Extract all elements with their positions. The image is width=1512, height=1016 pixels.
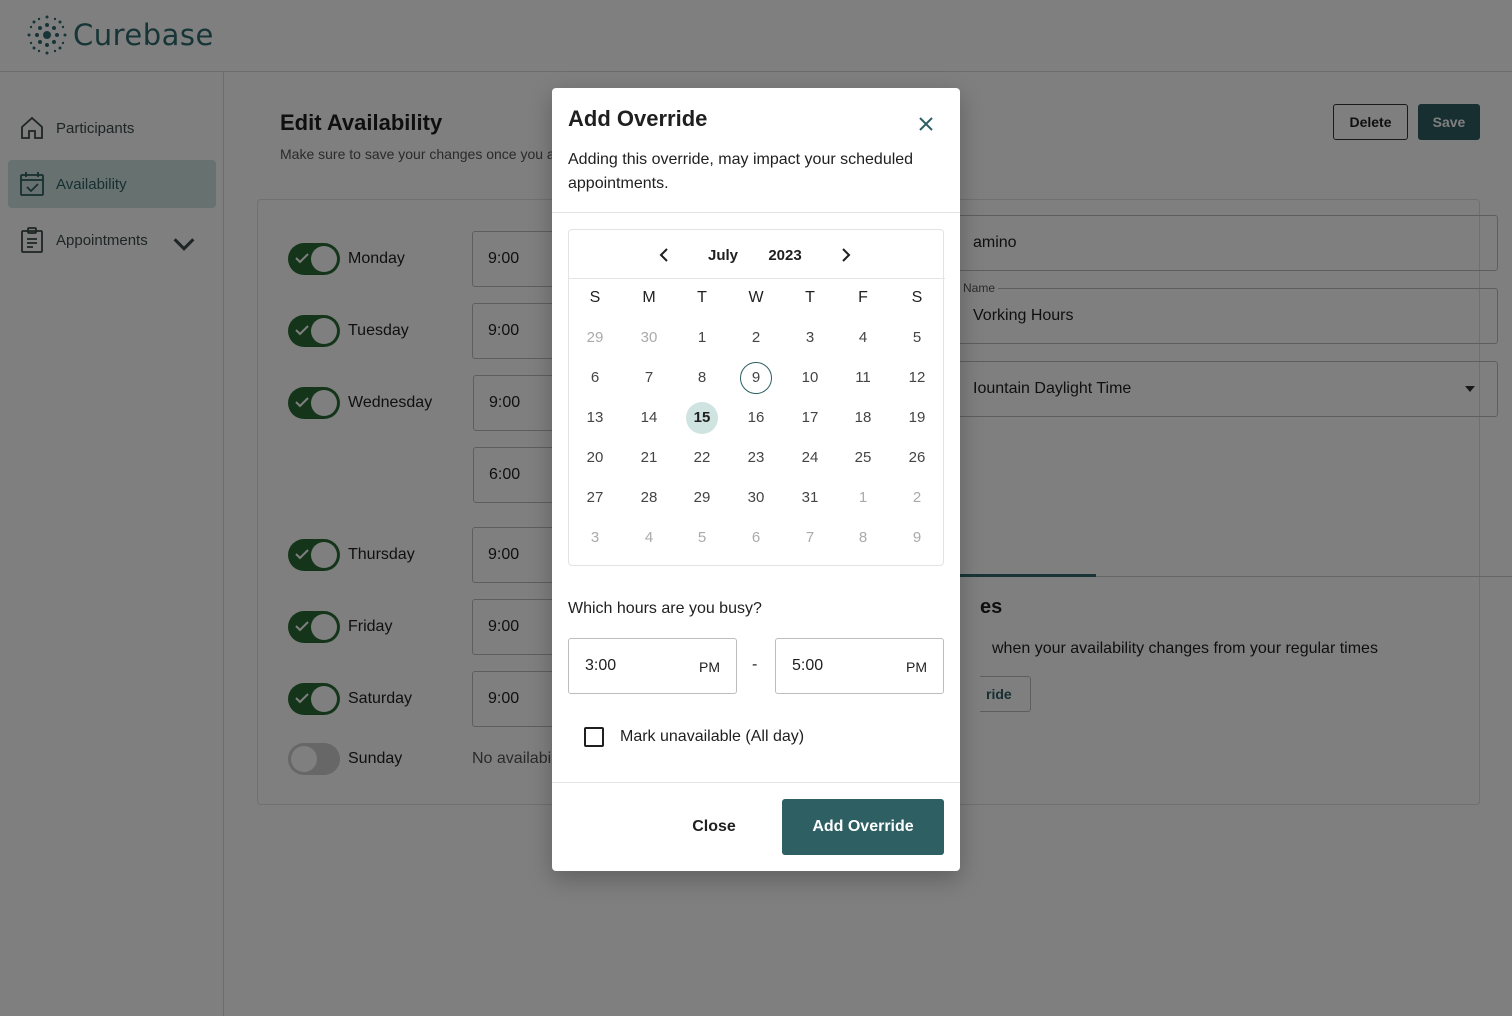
calendar-day[interactable]: 22 [686, 442, 718, 474]
end-time-value: 5:00 [792, 657, 824, 674]
close-icon[interactable] [914, 112, 938, 136]
date-picker-calendar: July 2023 S M T W T F S 29 30 1 2 3 4 5 6 7 8 9 10 11 12 13 14… [568, 229, 945, 566]
calendar-day[interactable]: 29 [686, 482, 718, 514]
weekday-header: F [858, 289, 868, 306]
calendar-day[interactable]: 16 [740, 402, 772, 434]
chevron-left-icon[interactable] [655, 246, 673, 264]
calendar-day[interactable]: 25 [847, 442, 879, 474]
chevron-right-icon[interactable] [837, 246, 855, 264]
calendar-day: 1 [858, 489, 868, 506]
calendar-day[interactable]: 10 [794, 362, 826, 394]
calendar-year[interactable]: 2023 [757, 247, 813, 264]
modal-description: Adding this override, may impact your sc… [568, 151, 914, 192]
calendar-day[interactable]: 11 [847, 362, 879, 394]
calendar-day[interactable]: 7 [633, 362, 665, 394]
calendar-day[interactable]: 1 [686, 322, 718, 354]
calendar-day[interactable]: 15 [686, 402, 718, 434]
weekday-header: S [911, 289, 923, 306]
calendar-header: July 2023 [569, 230, 945, 279]
add-override-modal: Add Override Adding this override, may i… [552, 88, 960, 871]
weekday-header: M [642, 289, 656, 306]
divider [552, 782, 960, 783]
add-override-button[interactable]: Add Override [782, 799, 944, 855]
calendar-day[interactable]: 30 [740, 482, 772, 514]
close-button[interactable]: Close [678, 799, 750, 855]
calendar-day: 8 [858, 529, 868, 546]
modal-title: Add Override [568, 106, 708, 131]
calendar-day[interactable]: 21 [633, 442, 665, 474]
end-time-input[interactable]: 5:00 PM [775, 638, 944, 694]
calendar-month[interactable]: July [693, 247, 753, 264]
calendar-day: 9 [912, 529, 922, 546]
calendar-day[interactable]: 8 [686, 362, 718, 394]
calendar-day[interactable]: 27 [579, 482, 611, 514]
start-time-value: 3:00 [585, 657, 617, 674]
calendar-day: 7 [805, 529, 815, 546]
calendar-day: 30 [640, 329, 658, 346]
calendar-day: 29 [586, 329, 604, 346]
weekday-header: T [697, 289, 707, 306]
calendar-day[interactable]: 6 [579, 362, 611, 394]
calendar-day[interactable]: 5 [901, 322, 933, 354]
mark-unavailable-label[interactable]: Mark unavailable (All day) [620, 728, 804, 746]
calendar-day[interactable]: 20 [579, 442, 611, 474]
end-meridiem[interactable]: PM [906, 659, 927, 675]
calendar-day[interactable]: 26 [901, 442, 933, 474]
calendar-day[interactable]: 13 [579, 402, 611, 434]
weekday-header: W [748, 289, 764, 306]
calendar-day: 6 [751, 529, 761, 546]
calendar-day[interactable]: 4 [847, 322, 879, 354]
calendar-day[interactable]: 2 [740, 322, 772, 354]
calendar-day[interactable]: 19 [901, 402, 933, 434]
busy-hours-question: Which hours are you busy? [568, 600, 762, 617]
calendar-day[interactable]: 3 [794, 322, 826, 354]
calendar-day[interactable]: 28 [633, 482, 665, 514]
calendar-day[interactable]: 14 [633, 402, 665, 434]
calendar-day: 2 [912, 489, 922, 506]
weekday-header: S [589, 289, 601, 306]
weekday-header: T [805, 289, 815, 306]
start-meridiem[interactable]: PM [699, 659, 720, 675]
calendar-day[interactable]: 17 [794, 402, 826, 434]
calendar-day: 3 [590, 529, 600, 546]
calendar-day: 5 [697, 529, 707, 546]
start-time-input[interactable]: 3:00 PM [568, 638, 737, 694]
calendar-day[interactable]: 31 [794, 482, 826, 514]
calendar-day[interactable]: 24 [794, 442, 826, 474]
divider [552, 212, 960, 213]
calendar-day[interactable]: 9 [740, 362, 772, 394]
mark-unavailable-checkbox[interactable] [584, 727, 604, 747]
calendar-day: 4 [644, 529, 654, 546]
calendar-day[interactable]: 23 [740, 442, 772, 474]
time-separator: - [752, 656, 758, 673]
calendar-day[interactable]: 12 [901, 362, 933, 394]
calendar-day[interactable]: 18 [847, 402, 879, 434]
